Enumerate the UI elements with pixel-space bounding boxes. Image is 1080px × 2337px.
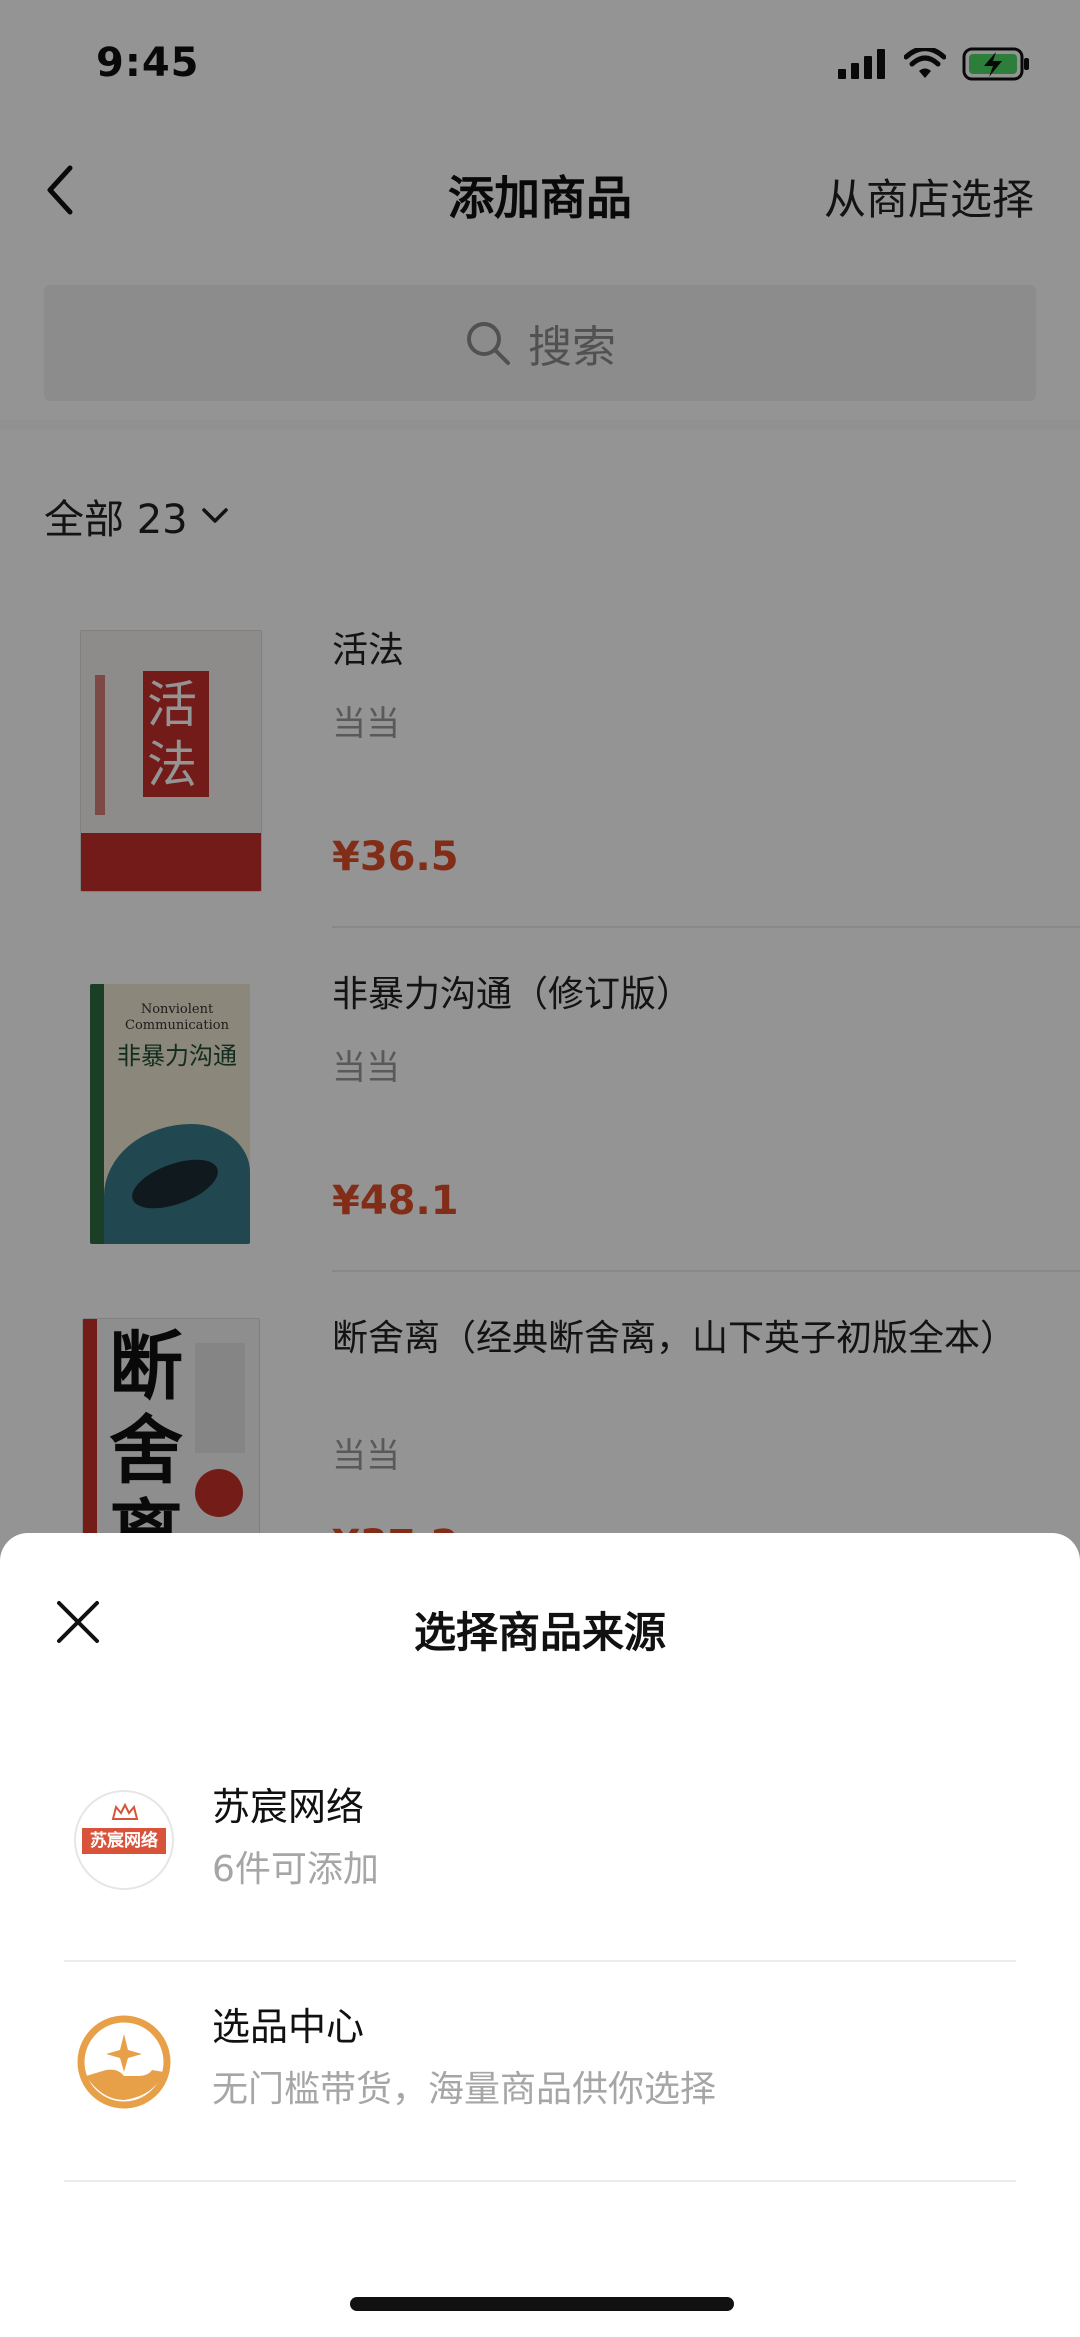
select-source-sheet: 选择商品来源 苏宸网络 苏宸网络 6件可添加 选品中心 无门槛带货，海量商品供你…: [0, 1533, 1080, 2337]
source-desc: 无门槛带货，海量商品供你选择: [212, 2069, 717, 2110]
source-desc: 6件可添加: [212, 1849, 379, 1890]
sheet-title: 选择商品来源: [413, 1608, 666, 1657]
source-option-selection-center[interactable]: 选品中心 无门槛带货，海量商品供你选择: [64, 1962, 1016, 2182]
item-divider: [64, 2180, 1016, 2182]
source-option-suchen[interactable]: 苏宸网络 苏宸网络 6件可添加: [64, 1742, 1016, 1962]
source-name: 选品中心: [212, 2005, 365, 2049]
hand-star-icon: [74, 2012, 174, 2112]
home-indicator: [350, 2297, 734, 2311]
crown-icon: [111, 1802, 139, 1820]
shop-logo: 苏宸网络: [74, 1790, 174, 1890]
shop-logo-text: 苏宸网络: [82, 1828, 166, 1854]
source-name: 苏宸网络: [212, 1785, 365, 1829]
